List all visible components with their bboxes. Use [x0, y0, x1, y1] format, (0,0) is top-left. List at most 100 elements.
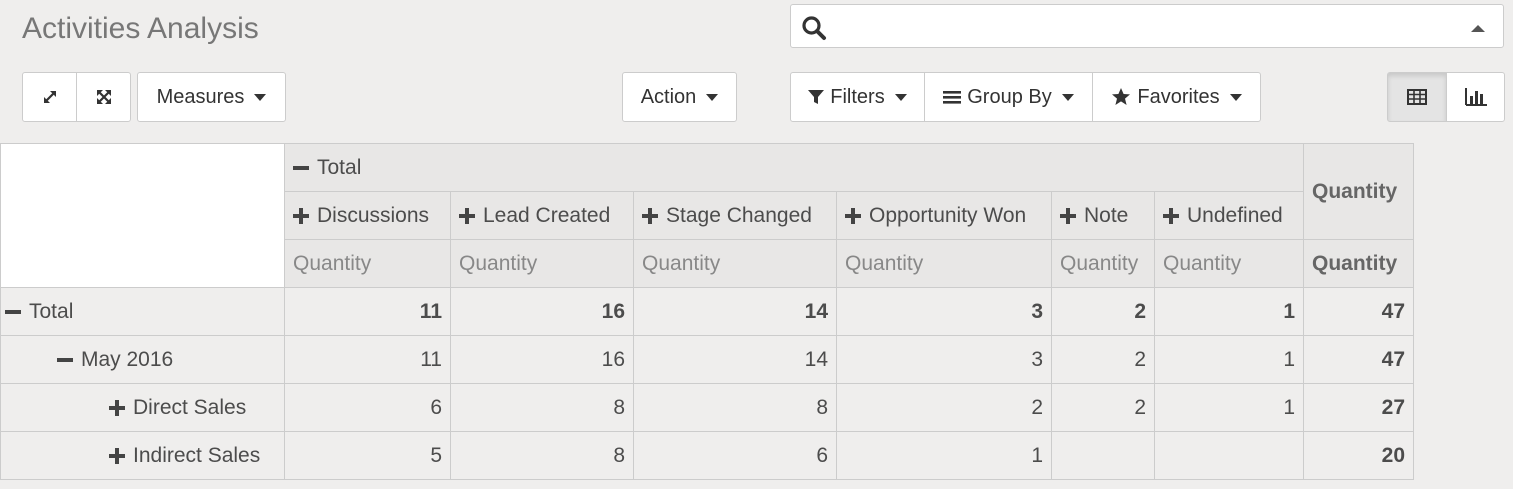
pivot-cell[interactable]: 2 — [1051, 383, 1155, 432]
row-header-label: Total — [29, 299, 74, 323]
collapse-icon — [5, 304, 21, 320]
col-header[interactable]: Opportunity Won — [836, 191, 1052, 240]
expand-icon — [109, 399, 125, 416]
table-row: May 2016 11 16 14 3 2 1 47 — [0, 335, 1414, 384]
pivot-cell[interactable]: 16 — [450, 335, 634, 384]
measure-header: Quantity — [1051, 239, 1155, 288]
pivot-cell[interactable] — [1051, 431, 1155, 480]
pivot-table: Total Quantity Discussions Lead Created St… — [0, 143, 1414, 480]
col-header-label: Lead Created — [483, 203, 611, 227]
star-icon — [1112, 88, 1131, 105]
expand-icon — [293, 207, 309, 224]
pivot-cell[interactable]: 6 — [284, 383, 451, 432]
pivot-cell[interactable]: 11 — [284, 335, 451, 384]
expand-icon — [459, 207, 475, 224]
pivot-cell[interactable]: 5 — [284, 431, 451, 480]
measure-header: Quantity — [284, 239, 451, 288]
pivot-cell[interactable]: 2 — [836, 383, 1052, 432]
pivot-cell[interactable]: 14 — [633, 335, 837, 384]
col-header-label: Opportunity Won — [869, 203, 1027, 227]
expand-icon — [43, 91, 56, 103]
pivot-cell[interactable]: 2 — [1051, 287, 1155, 336]
col-header-total[interactable]: Total — [284, 143, 1304, 192]
pivot-cell[interactable]: 11 — [284, 287, 451, 336]
favorites-label: Favorites — [1137, 85, 1220, 108]
expand-icon — [1163, 207, 1179, 224]
row-total-cell[interactable]: 47 — [1303, 335, 1414, 384]
caret-down-icon — [706, 93, 719, 101]
list-icon — [943, 91, 962, 104]
measure-header: Quantity — [836, 239, 1052, 288]
pivot-cell[interactable]: 16 — [450, 287, 634, 336]
pivot-cell[interactable]: 1 — [1154, 383, 1304, 432]
col-header-label: Note — [1084, 203, 1129, 227]
row-total-cell[interactable]: 47 — [1303, 287, 1414, 336]
col-header[interactable]: Note — [1051, 191, 1155, 240]
filters-label: Filters — [830, 85, 885, 108]
search-input[interactable] — [835, 13, 1439, 41]
pivot-cell[interactable]: 1 — [836, 431, 1052, 480]
pivot-cell[interactable]: 1 — [1154, 335, 1304, 384]
expand-all-button[interactable] — [22, 72, 77, 122]
favorites-button[interactable]: Favorites — [1092, 72, 1261, 122]
pivot-cell[interactable] — [1154, 431, 1304, 480]
pivot-cell[interactable]: 3 — [836, 287, 1052, 336]
measure-header: Quantity — [1154, 239, 1304, 288]
caret-down-icon — [1229, 93, 1242, 101]
col-header[interactable]: Undefined — [1154, 191, 1304, 240]
measures-label: Measures — [156, 85, 245, 108]
row-header[interactable]: Indirect Sales — [0, 431, 285, 480]
filter-icon — [808, 90, 825, 104]
pivot-cell[interactable]: 8 — [450, 383, 634, 432]
pivot-cell[interactable]: 8 — [450, 431, 634, 480]
row-header[interactable]: May 2016 — [0, 335, 285, 384]
arrows-out-icon — [96, 90, 111, 104]
expand-icon — [642, 207, 658, 224]
graph-view-button[interactable] — [1446, 72, 1505, 122]
collapse-icon — [293, 160, 309, 176]
row-total-cell[interactable]: 20 — [1303, 431, 1414, 480]
search-toggle-icon[interactable] — [1471, 25, 1485, 32]
action-button[interactable]: Action — [622, 72, 737, 122]
expand-icon — [845, 207, 861, 224]
table-row: Direct Sales 6 8 8 2 2 1 27 — [0, 383, 1414, 432]
caret-down-icon — [894, 93, 907, 101]
pivot-corner — [0, 143, 285, 288]
col-header-label: Discussions — [317, 203, 430, 227]
table-row: Total 11 16 14 3 2 1 47 — [0, 287, 1414, 336]
filters-button[interactable]: Filters — [790, 72, 925, 122]
pivot-cell[interactable]: 6 — [633, 431, 837, 480]
col-header-label: Undefined — [1187, 203, 1283, 227]
pivot-cell[interactable]: 2 — [1051, 335, 1155, 384]
bar-chart-icon — [1464, 88, 1487, 106]
col-header[interactable]: Discussions — [284, 191, 451, 240]
search-bar[interactable] — [790, 4, 1504, 48]
group-by-label: Group By — [967, 85, 1052, 108]
page-title: Activities Analysis — [22, 12, 259, 45]
total-measure-header: Quantity — [1303, 143, 1414, 240]
group-by-button[interactable]: Group By — [924, 72, 1093, 122]
action-label: Action — [640, 85, 697, 108]
pivot-view-button[interactable] — [1387, 72, 1447, 122]
measures-button[interactable]: Measures — [137, 72, 286, 122]
collapse-icon — [57, 352, 73, 368]
pivot-cell[interactable]: 8 — [633, 383, 837, 432]
pivot-cell[interactable]: 1 — [1154, 287, 1304, 336]
col-header-label: Stage Changed — [666, 203, 812, 227]
table-row: Indirect Sales 5 8 6 1 20 — [0, 431, 1414, 480]
measure-header: Quantity — [450, 239, 634, 288]
row-header[interactable]: Total — [0, 287, 285, 336]
row-header-label: Indirect Sales — [133, 443, 261, 467]
total-measure-subheader: Quantity — [1303, 239, 1414, 288]
col-header[interactable]: Stage Changed — [633, 191, 837, 240]
search-icon — [802, 16, 826, 40]
col-header[interactable]: Lead Created — [450, 191, 634, 240]
caret-down-icon — [254, 93, 267, 101]
pivot-cell[interactable]: 14 — [633, 287, 837, 336]
row-header-label: Direct Sales — [133, 395, 247, 419]
pivot-cell[interactable]: 3 — [836, 335, 1052, 384]
row-total-cell[interactable]: 27 — [1303, 383, 1414, 432]
row-header[interactable]: Direct Sales — [0, 383, 285, 432]
row-header-label: May 2016 — [81, 347, 174, 371]
flip-axis-button[interactable] — [76, 72, 131, 122]
